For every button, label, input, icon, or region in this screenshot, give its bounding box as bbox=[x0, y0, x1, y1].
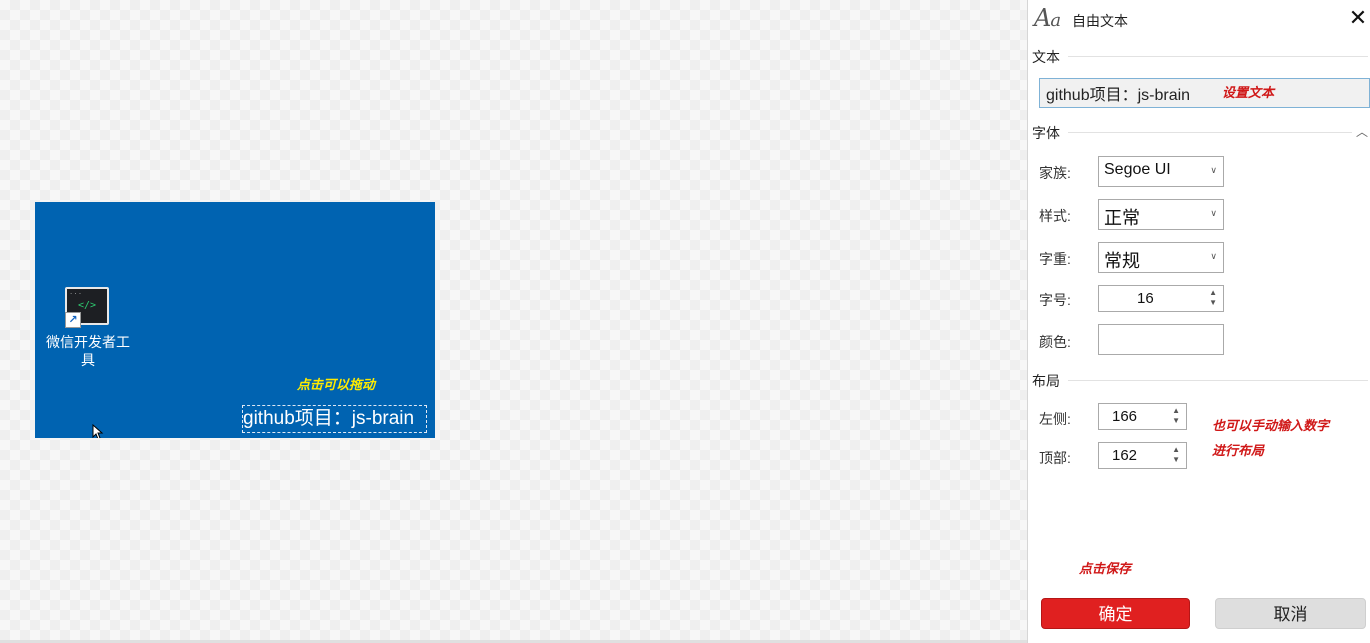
code-glyph: </> bbox=[77, 300, 97, 311]
ok-button[interactable]: 确定 bbox=[1041, 598, 1190, 629]
chevron-down-icon: ∨ bbox=[1210, 208, 1217, 218]
top-value: 162 bbox=[1112, 447, 1138, 464]
section-text: 文本 bbox=[1032, 47, 1368, 67]
chevron-up-icon[interactable]: ︿ bbox=[1351, 123, 1368, 140]
font-size-value: 16 bbox=[1137, 290, 1154, 307]
screenshot-image[interactable]: · · · </> ↗ 微信开发者工具 点击可以拖动 github项目：js-b… bbox=[35, 202, 435, 438]
shortcut-arrow-icon: ↗ bbox=[65, 312, 81, 328]
style-label: 样式: bbox=[1039, 208, 1071, 224]
font-weight-value: 常规 bbox=[1104, 251, 1140, 271]
font-style-select[interactable]: 正常 ∨ bbox=[1098, 199, 1224, 230]
section-rule bbox=[1032, 380, 1368, 381]
font-family-select[interactable]: Segoe UI ∨ bbox=[1098, 156, 1224, 187]
free-text-element[interactable]: github项目：js-brain bbox=[242, 405, 427, 433]
drag-hint-annotation: 点击可以拖动 bbox=[297, 377, 376, 392]
window-dots: · · · bbox=[70, 290, 82, 298]
section-rule bbox=[1032, 56, 1368, 57]
font-style-value: 正常 bbox=[1104, 208, 1140, 228]
desktop-icon-label: 微信开发者工具 bbox=[46, 334, 130, 368]
weight-label: 字重: bbox=[1039, 251, 1071, 267]
panel-header: Aa 自由文本 ✕ bbox=[1034, 4, 1369, 34]
close-button[interactable]: ✕ bbox=[1346, 6, 1370, 30]
section-layout: 布局 bbox=[1032, 371, 1368, 391]
section-font-label: 字体 bbox=[1032, 123, 1068, 143]
save-annotation: 点击保存 bbox=[1079, 561, 1132, 576]
color-label: 颜色: bbox=[1039, 334, 1071, 350]
section-rule bbox=[1032, 132, 1368, 133]
left-value: 166 bbox=[1112, 408, 1138, 425]
top-label: 顶部: bbox=[1039, 450, 1071, 466]
top-spinner[interactable]: 162 ▲ ▼ bbox=[1098, 442, 1187, 469]
font-aa-icon: Aa bbox=[1034, 4, 1061, 32]
panel-title: 自由文本 bbox=[1072, 13, 1128, 29]
section-font: 字体 ︿ bbox=[1032, 123, 1368, 143]
layout-annotation-line2: 进行布局 bbox=[1212, 443, 1265, 458]
spinner-arrows-icon[interactable]: ▲ ▼ bbox=[1172, 406, 1180, 426]
layout-annotation-line1: 也可以手动输入数字 bbox=[1212, 418, 1330, 433]
font-weight-select[interactable]: 常规 ∨ bbox=[1098, 242, 1224, 273]
editor-canvas[interactable]: · · · </> ↗ 微信开发者工具 点击可以拖动 github项目：js-b… bbox=[0, 0, 1027, 643]
section-layout-label: 布局 bbox=[1032, 371, 1068, 391]
left-label: 左侧: bbox=[1039, 411, 1071, 427]
set-text-annotation: 设置文本 bbox=[1222, 85, 1275, 100]
chevron-down-icon: ∨ bbox=[1210, 165, 1217, 175]
spinner-arrows-icon[interactable]: ▲ ▼ bbox=[1209, 288, 1217, 308]
free-text-panel: Aa 自由文本 ✕ 文本 设置文本 字体 ︿ 家族: Segoe UI ∨ 样式… bbox=[1027, 0, 1370, 643]
spinner-arrows-icon[interactable]: ▲ ▼ bbox=[1172, 445, 1180, 465]
color-picker[interactable] bbox=[1098, 324, 1224, 355]
size-label: 字号: bbox=[1039, 292, 1071, 308]
font-size-spinner[interactable]: 16 ▲ ▼ bbox=[1098, 285, 1224, 312]
family-label: 家族: bbox=[1039, 165, 1071, 181]
text-input[interactable] bbox=[1039, 78, 1370, 108]
left-spinner[interactable]: 166 ▲ ▼ bbox=[1098, 403, 1187, 430]
section-text-label: 文本 bbox=[1032, 47, 1068, 67]
cancel-button[interactable]: 取消 bbox=[1215, 598, 1366, 629]
mouse-cursor-icon bbox=[92, 424, 104, 438]
font-family-value: Segoe UI bbox=[1104, 161, 1171, 178]
chevron-down-icon: ∨ bbox=[1210, 251, 1217, 261]
